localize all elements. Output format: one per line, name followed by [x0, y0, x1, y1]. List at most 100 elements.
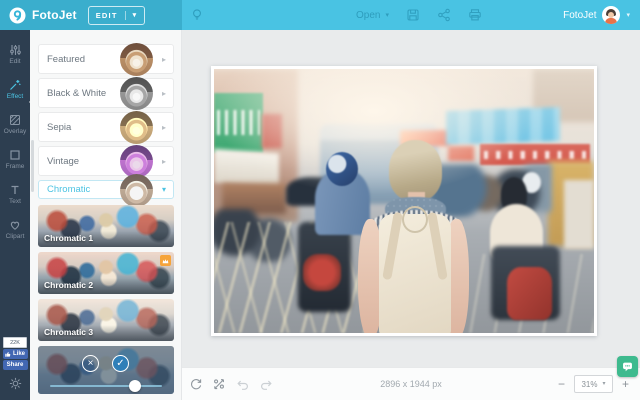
canvas-photo[interactable] [214, 69, 594, 333]
save-icon[interactable] [406, 8, 420, 22]
zoom-out-button[interactable]: − [558, 377, 565, 391]
effect-category-featured[interactable]: Featured ▸ [38, 43, 174, 76]
share-icon[interactable] [437, 8, 451, 22]
photo-scooter-taillight [303, 253, 342, 291]
panel-scrollbar[interactable] [31, 140, 34, 192]
tips-lightbulb-icon[interactable] [190, 8, 204, 22]
statusbar-history-tools [190, 378, 273, 390]
facebook-like-label: Like [12, 351, 25, 357]
photo-backpack [379, 205, 452, 333]
account-name: FotoJet [563, 9, 597, 21]
open-dropdown[interactable]: Open ▾ [356, 10, 389, 21]
avatar [602, 6, 621, 24]
check-icon: ✓ [116, 357, 125, 369]
print-icon[interactable] [468, 8, 482, 22]
preset-label: Chromatic 2 [44, 280, 94, 290]
chevron-down-icon: ▾ [161, 185, 166, 194]
support-chat-button[interactable] [617, 356, 638, 377]
zoom-controls: − 31% ▾ + [558, 375, 629, 393]
chevron-right-icon: ▸ [161, 122, 166, 132]
photo-backpack-handle [402, 205, 429, 233]
effects-panel: Featured ▸ Black & White ▸ Sepia ▸ Vinta… [30, 30, 182, 400]
redo-icon[interactable] [260, 379, 273, 390]
effect-category-chromatic[interactable]: Chromatic ▾ [38, 174, 174, 207]
topbar-tools-section: Open ▾ FotoJet ▾ [182, 0, 640, 30]
apply-effect-button[interactable]: ✓ [112, 355, 129, 372]
sidebar-item-label: Clipart [5, 233, 25, 240]
fotojet-logo-icon [9, 7, 26, 24]
preset-label: Chromatic 3 [44, 327, 94, 337]
photo-frame [211, 66, 597, 336]
zoom-in-button[interactable]: + [622, 377, 629, 391]
chevron-right-icon: ▸ [161, 54, 166, 64]
statusbar: 2896 x 1944 px − 31% ▾ + [182, 367, 640, 400]
file-tools: Open ▾ [356, 8, 482, 22]
zoom-level-value: 31% [581, 379, 598, 389]
sidebar-item-label: Text [9, 198, 21, 205]
preset-chromatic-1[interactable]: Chromatic 1 [38, 205, 174, 247]
topbar: FotoJet EDIT ▾ Open ▾ FotoJet ▾ [0, 0, 640, 30]
category-thumbnail [120, 77, 153, 110]
effect-category-black-white[interactable]: Black & White ▸ [38, 77, 174, 110]
sidebar-item-text[interactable]: Text [0, 177, 30, 212]
sidebar-item-edit[interactable]: Edit [0, 37, 30, 72]
refresh-icon[interactable] [190, 378, 202, 390]
preset-chromatic-2[interactable]: Chromatic 2 [38, 252, 174, 294]
category-thumbnail [120, 43, 153, 76]
close-icon: × [87, 357, 94, 369]
edit-mode-dropdown[interactable]: EDIT ▾ [87, 5, 146, 25]
account-menu[interactable]: FotoJet ▾ [563, 6, 630, 24]
tool-rail: Edit Effect Overlay Frame Text Clipart 2… [0, 30, 30, 400]
facebook-like-button[interactable]: Like [2, 349, 28, 359]
avatar-shirt [605, 18, 618, 24]
edit-mode-label: EDIT [95, 10, 118, 20]
category-label: Featured [47, 53, 86, 65]
fotojet-app: FotoJet EDIT ▾ Open ▾ FotoJet ▾ Edit Eff… [0, 0, 640, 400]
category-label: Sepia [47, 121, 72, 133]
preset-chromatic-4-active[interactable]: × ✓ [38, 346, 174, 394]
facebook-share-button[interactable]: Share [2, 360, 28, 370]
sidebar-item-overlay[interactable]: Overlay [0, 107, 30, 142]
intensity-slider-knob[interactable] [129, 380, 142, 392]
photo-red-bag [506, 267, 553, 320]
photo-backpack-strap-right [427, 211, 449, 281]
facebook-like-count: 22K [3, 337, 27, 348]
category-label: Black & White [47, 87, 107, 99]
chevron-right-icon: ▸ [161, 88, 166, 98]
effect-category-vintage[interactable]: Vintage ▸ [38, 145, 174, 178]
chevron-down-icon: ▾ [385, 11, 389, 19]
category-thumbnail [120, 111, 153, 144]
effect-category-sepia[interactable]: Sepia ▸ [38, 111, 174, 144]
sidebar-item-frame[interactable]: Frame [0, 142, 30, 177]
open-label: Open [356, 9, 381, 21]
chevron-right-icon: ▸ [161, 156, 166, 166]
canvas-area [182, 30, 640, 368]
settings-gear-icon[interactable] [9, 377, 22, 390]
actual-size-icon[interactable] [213, 378, 225, 390]
category-label: Chromatic [47, 184, 91, 195]
cancel-effect-button[interactable]: × [82, 355, 99, 372]
topbar-brand-section: FotoJet EDIT ▾ [0, 0, 182, 30]
chevron-down-icon: ▾ [132, 11, 138, 19]
active-panel-notch [24, 97, 35, 107]
chevron-down-icon: ▾ [602, 381, 606, 387]
preset-label: Chromatic 1 [44, 233, 94, 243]
sidebar-item-label: Overlay [3, 128, 27, 135]
intensity-slider[interactable] [50, 380, 162, 392]
photo-far-right-rider [563, 179, 594, 249]
undo-icon[interactable] [236, 379, 249, 390]
category-label: Vintage [47, 155, 80, 167]
sidebar-item-label: Edit [9, 58, 21, 65]
photo-backpack-strap-left [382, 211, 404, 281]
facebook-share-label: Share [6, 362, 24, 368]
sidebar-item-label: Frame [5, 163, 25, 170]
category-thumbnail [120, 174, 153, 207]
chevron-down-icon: ▾ [626, 11, 630, 19]
sidebar-item-clipart[interactable]: Clipart [0, 212, 30, 247]
zoom-level-dropdown[interactable]: 31% ▾ [573, 375, 613, 393]
facebook-widget: 22K Like Share [2, 337, 28, 370]
premium-crown-badge [160, 255, 171, 266]
preset-chromatic-3[interactable]: Chromatic 3 [38, 299, 174, 341]
brand-name: FotoJet [32, 8, 77, 22]
divider [124, 10, 126, 20]
